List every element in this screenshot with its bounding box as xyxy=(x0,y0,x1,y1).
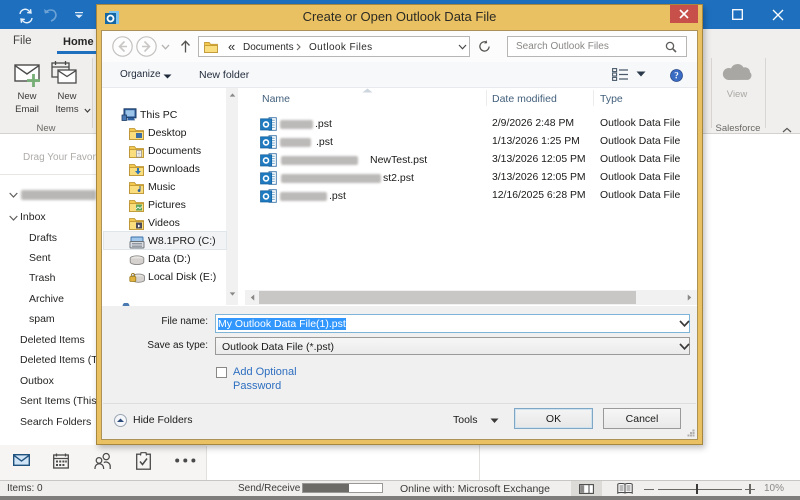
svg-text:?: ? xyxy=(674,71,679,81)
